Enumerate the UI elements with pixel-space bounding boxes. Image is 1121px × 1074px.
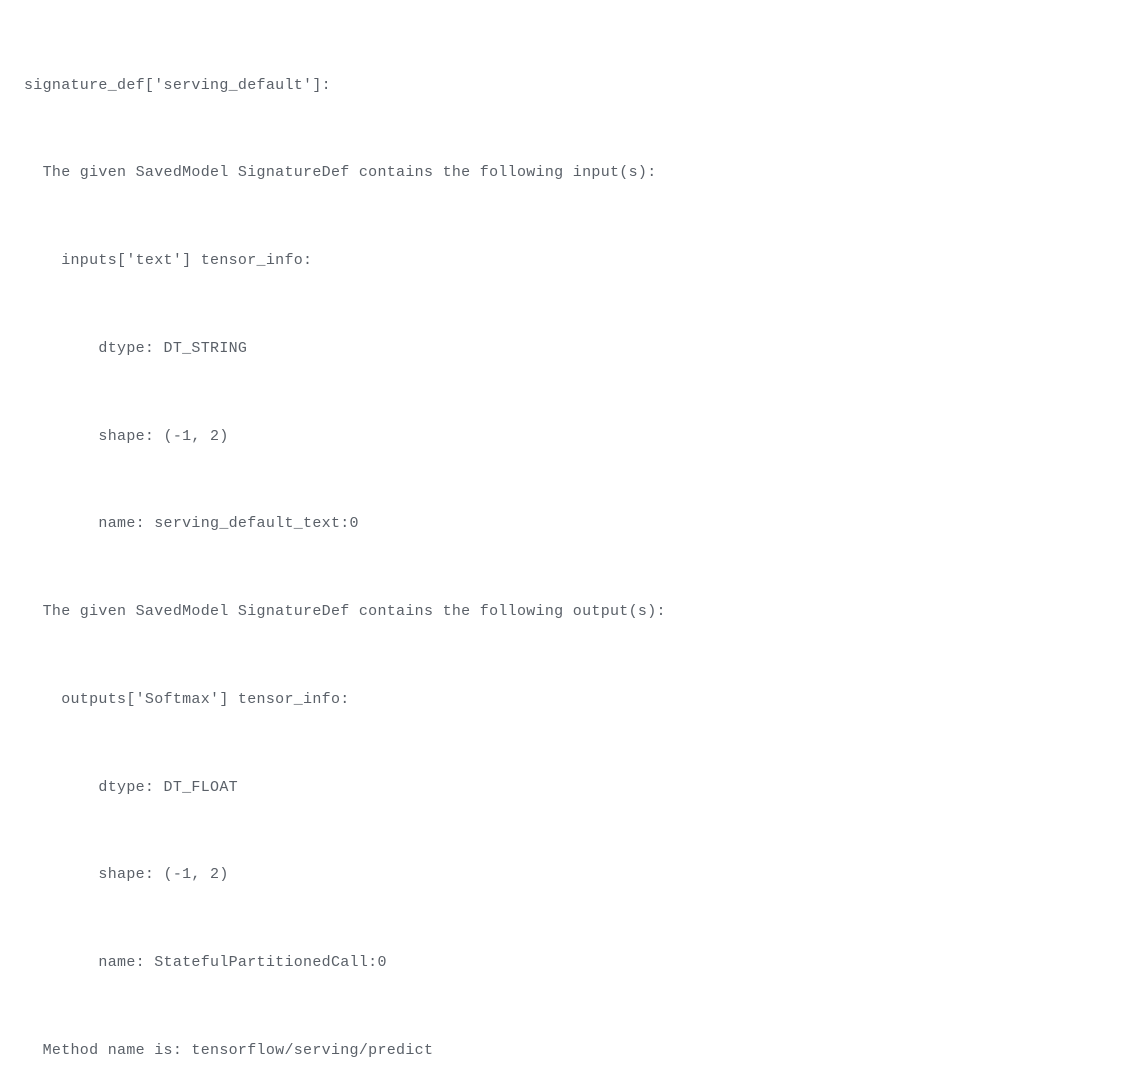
signature-def-output: signature_def['serving_default']: The gi… (24, 12, 1121, 1074)
code-line: shape: (-1, 2) (24, 422, 1121, 451)
code-line: Method name is: tensorflow/serving/predi… (24, 1036, 1121, 1065)
code-line: name: StatefulPartitionedCall:0 (24, 948, 1121, 977)
code-line: dtype: DT_STRING (24, 334, 1121, 363)
code-line: name: serving_default_text:0 (24, 509, 1121, 538)
code-line: shape: (-1, 2) (24, 860, 1121, 889)
code-line: inputs['text'] tensor_info: (24, 246, 1121, 275)
code-line: outputs['Softmax'] tensor_info: (24, 685, 1121, 714)
code-line: dtype: DT_FLOAT (24, 773, 1121, 802)
code-line: signature_def['serving_default']: (24, 71, 1121, 100)
code-line: The given SavedModel SignatureDef contai… (24, 597, 1121, 626)
code-line: The given SavedModel SignatureDef contai… (24, 158, 1121, 187)
